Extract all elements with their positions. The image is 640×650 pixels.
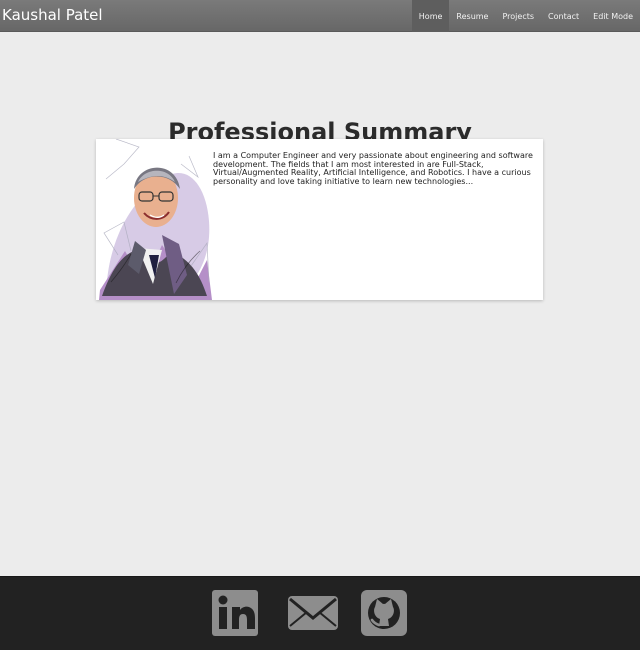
github-icon <box>361 590 407 636</box>
email-link[interactable] <box>286 590 340 636</box>
github-link[interactable] <box>361 590 407 636</box>
profile-portrait <box>96 139 212 300</box>
nav-item-projects[interactable]: Projects <box>495 0 541 32</box>
summary-text: I am a Computer Engineer and very passio… <box>213 151 533 187</box>
site-footer <box>0 576 640 650</box>
top-navbar: Kaushal Patel Home Resume Projects Conta… <box>0 0 640 32</box>
main-navigation: Home Resume Projects Contact Edit Mode <box>411 0 640 32</box>
nav-item-home[interactable]: Home <box>411 0 450 32</box>
summary-card: I am a Computer Engineer and very passio… <box>96 139 543 300</box>
linkedin-link[interactable] <box>212 590 258 636</box>
nav-item-contact[interactable]: Contact <box>541 0 586 32</box>
site-brand[interactable]: Kaushal Patel <box>2 6 103 24</box>
mail-icon <box>288 596 338 630</box>
nav-item-resume[interactable]: Resume <box>449 0 495 32</box>
linkedin-icon <box>212 590 258 636</box>
nav-item-edit-mode[interactable]: Edit Mode <box>586 0 640 32</box>
